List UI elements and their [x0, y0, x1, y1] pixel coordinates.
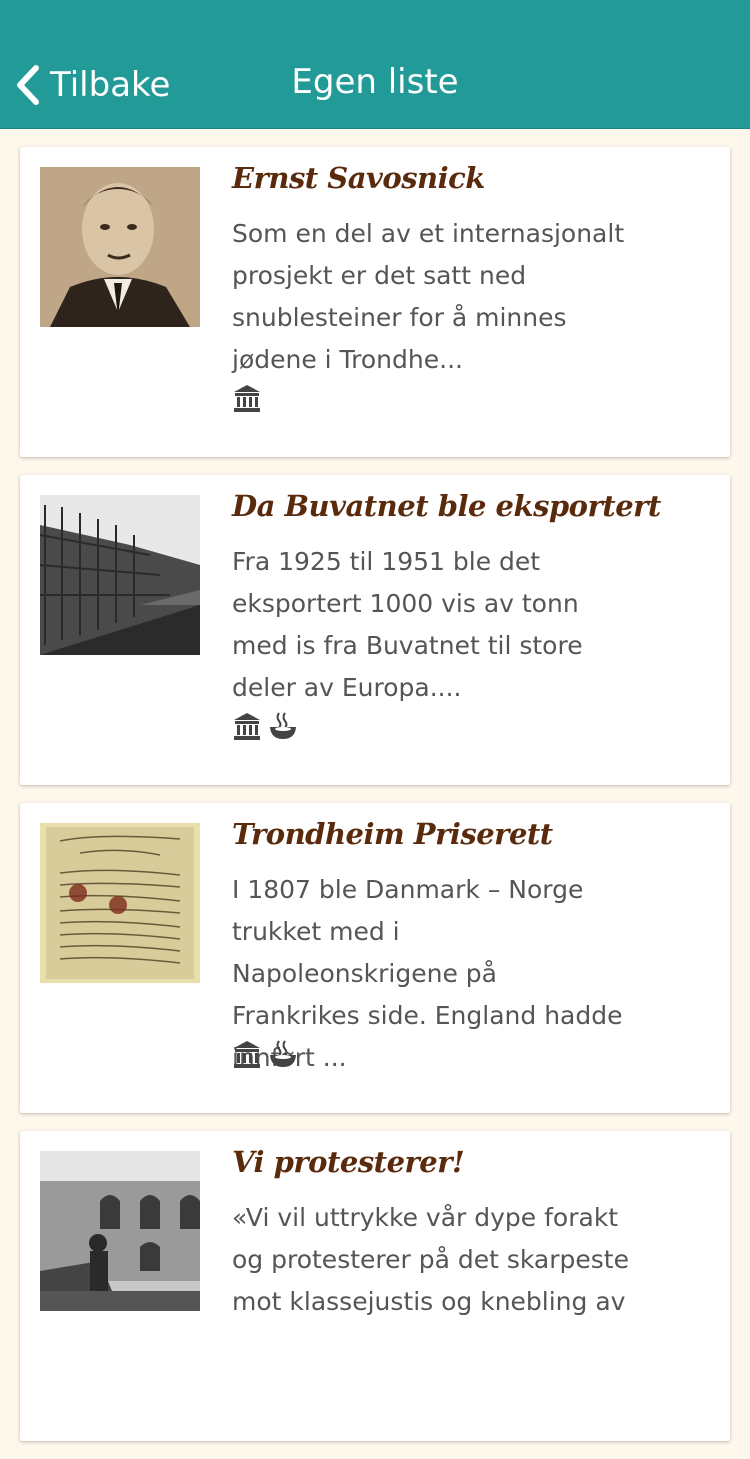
thumbnail-image	[40, 495, 200, 655]
list-item[interactable]: Da Buvatnet ble eksportert Fra 1925 til …	[20, 475, 730, 785]
thumbnail-image	[40, 1151, 200, 1311]
list-item[interactable]: Vi protesterer! «Vi vil uttrykke vår dyp…	[20, 1131, 730, 1441]
category-icons	[232, 1039, 298, 1069]
category-icons	[232, 383, 262, 413]
item-excerpt: Fra 1925 til 1951 ble det eksportert 100…	[232, 547, 583, 702]
thumbnail-image	[40, 167, 200, 327]
museum-icon	[234, 1041, 260, 1068]
story-list: Ernst Savosnick Som en del av et interna…	[20, 147, 730, 1459]
food-bowl-icon	[270, 712, 296, 739]
item-excerpt: Som en del av et internasjonalt prosjekt…	[232, 219, 625, 374]
item-excerpt: «Vi vil uttrykke vår dype forakt og prot…	[232, 1203, 629, 1316]
food-bowl-icon	[270, 1040, 296, 1067]
thumbnail-image	[40, 823, 200, 983]
list-item[interactable]: Ernst Savosnick Som en del av et interna…	[20, 147, 730, 457]
category-icons	[232, 711, 298, 741]
item-title: Da Buvatnet ble eksportert	[232, 489, 661, 523]
app-header: Tilbake Egen liste	[0, 0, 750, 129]
item-title: Trondheim Priserett	[232, 817, 553, 851]
museum-icon	[234, 385, 260, 412]
page-title: Egen liste	[291, 62, 459, 102]
item-title: Ernst Savosnick	[232, 161, 485, 195]
list-item[interactable]: Trondheim Priserett I 1807 ble Danmark –…	[20, 803, 730, 1113]
item-title: Vi protesterer!	[232, 1145, 465, 1179]
museum-icon	[234, 713, 260, 740]
